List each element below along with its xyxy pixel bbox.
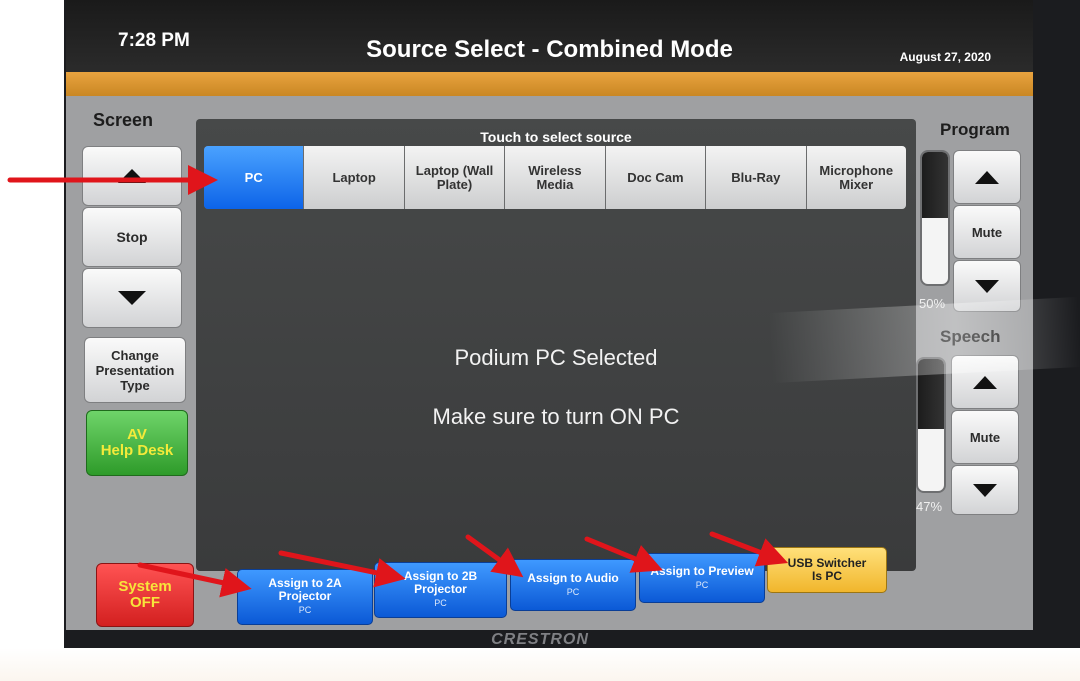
arrow-usb-switcher: [709, 531, 789, 567]
arrow-assign-2a: [137, 562, 252, 598]
arrow-assign-audio: [465, 534, 524, 578]
arrow-assign-preview: [584, 536, 663, 573]
arrow-assign-2b: [278, 550, 406, 588]
annotation-arrows: [7, 165, 789, 598]
